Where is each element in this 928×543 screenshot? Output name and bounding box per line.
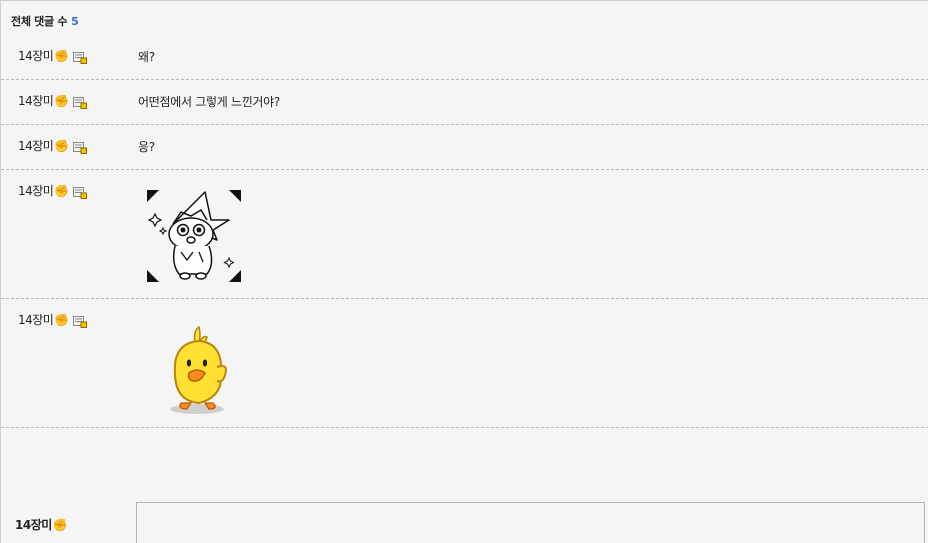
memo-icon[interactable] [72,186,87,199]
comment-text: 왜? [138,50,155,64]
comment-count-label: 전체 댓글 수 [11,15,68,28]
memo-icon[interactable] [72,315,87,328]
fist-icon: ✊ [54,48,69,63]
yellow-chick-sticker [170,325,227,414]
author-nickname[interactable]: 14장미 [18,182,54,199]
memo-icon[interactable] [72,96,87,109]
comment-composer: 14장미 ✊ [1,501,928,543]
comment-input[interactable] [136,502,925,543]
fist-icon: ✊ [54,93,69,108]
memo-icon[interactable] [72,141,87,154]
fist-icon: ✊ [54,312,69,327]
comment-row: 14장미 ✊ [1,299,928,428]
composer-nickname: 14장미 [15,518,52,532]
comment-author[interactable]: 14장미 ✊ [18,47,87,64]
comment-text: 어떤점에서 그렇게 느낀거야? [138,95,280,109]
comment-row: 14장미 ✊ 왜? [1,35,928,80]
comment-count-value: 5 [71,15,79,28]
comment-list: 14장미 ✊ 왜? 14장미 ✊ 어떤점에서 그렇게 느낀거야? 14장미 ✊ … [1,35,928,428]
author-nickname[interactable]: 14장미 [18,47,54,64]
witch-character-sticker [147,190,241,282]
comment-author[interactable]: 14장미 ✊ [18,137,87,154]
comment-row: 14장미 ✊ 응? [1,125,928,170]
fist-icon: ✊ [54,138,69,153]
comment-author[interactable]: 14장미 ✊ [18,311,87,328]
comment-author[interactable]: 14장미 ✊ [18,182,87,199]
comment-row: 14장미 ✊ [1,170,928,299]
author-nickname[interactable]: 14장미 [18,92,54,109]
author-nickname[interactable]: 14장미 [18,311,54,328]
comment-section: 전체 댓글 수5 14장미 ✊ 왜? 14장미 ✊ 어떤점에서 그렇게 느낀거야… [0,0,928,543]
fist-icon: ✊ [52,517,68,532]
memo-icon[interactable] [72,51,87,64]
comment-text: 응? [138,140,155,154]
author-nickname[interactable]: 14장미 [18,137,54,154]
composer-author: 14장미 ✊ [15,516,68,533]
comment-row: 14장미 ✊ 어떤점에서 그렇게 느낀거야? [1,80,928,125]
fist-icon: ✊ [54,183,69,198]
comment-count-header: 전체 댓글 수5 [11,13,79,29]
comment-author[interactable]: 14장미 ✊ [18,92,87,109]
